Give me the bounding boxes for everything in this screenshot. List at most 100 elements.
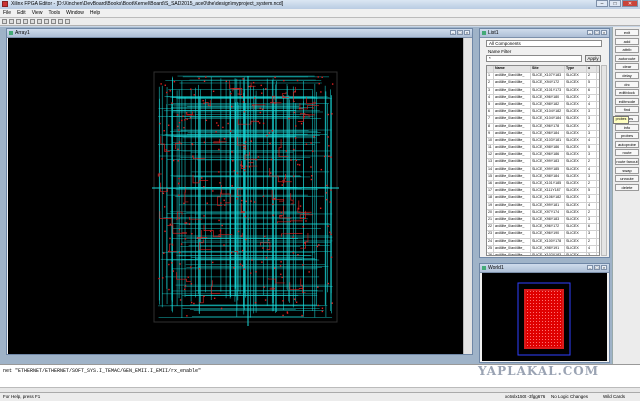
zoom-full-icon[interactable] [37,19,42,24]
apply-button[interactable]: Apply [585,55,601,62]
table-row[interactable]: 13 axi4lite_0/axi4lite_ SLICE_X99Y183 SLICE… [487,159,599,167]
table-row[interactable]: 5 axi4lite_0/axi4lite_ SLICE_X98Y182 SLICEX… [487,101,599,110]
tooltip: probes [613,116,629,124]
table-row[interactable]: 16 axi4lite_0/axi4lite_ SLICE_X101Y185 SLIC… [487,181,599,189]
table-row[interactable]: 24 axi4lite_0/axi4lite_ SLICE_X100Y178 SLIC… [487,238,599,246]
table-row[interactable]: 10 axi4lite_0/axi4lite_ SLICE_X103Y181 SLIC… [487,137,599,146]
save-icon[interactable] [9,19,14,24]
zoom-in-icon[interactable] [23,19,28,24]
menu-view[interactable]: View [29,9,46,17]
menu-edit[interactable]: Edit [14,9,29,17]
maximize-button[interactable]: □ [594,30,600,35]
command-button-route-fanout[interactable]: route fanout [615,158,639,165]
vertical-scrollbar[interactable] [463,38,472,354]
maximize-button[interactable]: □ [457,30,463,35]
table-row[interactable]: 8 axi4lite_0/axi4lite_ SLICE_X96Y178 SLICEX… [487,123,599,131]
command-button-route[interactable]: route [615,149,639,157]
table-row[interactable]: 23 axi4lite_0/axi4lite_ SLICE_X96Y190 SLICE… [487,231,599,239]
command-button-autoroute[interactable]: autoroute [615,54,639,62]
column-header-extra[interactable]: o [587,66,597,73]
column-header-name[interactable]: Name [494,66,531,73]
minimize-button[interactable]: – [587,30,593,35]
command-button-editmode[interactable]: editmode [615,97,639,105]
world-window: World1 – □ × [479,263,610,363]
logic-cell [169,90,171,92]
list-window-titlebar[interactable]: List1 – □ × [480,29,609,38]
logic-cell [302,226,304,228]
table-row[interactable]: 25 axi4lite_0/axi4lite_ SLICE_X98Y191 SLICE… [487,245,599,253]
maximize-button[interactable]: □ [609,0,621,7]
array-canvas[interactable] [8,38,463,354]
table-row[interactable]: 26 axi4lite_0/axi4lite_ SLICE_X102Y183 SLIC… [487,252,599,255]
menu-help[interactable]: Help [87,9,103,17]
table-row[interactable]: 22 axi4lite_0/axi4lite_ SLICE_X96Y172 SLICE… [487,224,599,232]
table-row[interactable]: 9 axi4lite_0/axi4lite_ SLICE_X96Y184 SLICEX… [487,130,599,138]
logic-cell [330,233,332,236]
command-button-clear[interactable]: clear [615,63,639,71]
close-button[interactable]: × [601,30,607,35]
close-button[interactable]: ✕ [622,0,638,7]
table-row[interactable]: 20 axi4lite_0/axi4lite_ SLICE_X97Y174 SLICE… [487,209,599,217]
table-row[interactable]: 18 axi4lite_0/axi4lite_ SLICE_X106Y182 SLIC… [487,195,599,203]
component-extra: 2 [587,159,597,166]
maximize-button[interactable]: □ [594,265,600,270]
logic-cell [184,285,187,287]
command-button-add[interactable]: add [615,37,639,45]
minimize-button[interactable]: – [450,30,456,35]
command-button-info[interactable]: info [615,123,639,131]
menu-window[interactable]: Window [63,9,87,17]
row-index: 1 [487,73,494,80]
close-button[interactable]: × [464,30,470,35]
zoom-out-icon[interactable] [30,19,35,24]
name-filter-input[interactable]: * [486,55,582,62]
command-button-attrib[interactable]: attrib [615,46,639,54]
table-row[interactable]: 4 axi4lite_0/axi4lite_ SLICE_X96Y180 SLICEX… [487,94,599,102]
world-window-titlebar[interactable]: World1 – □ × [480,264,609,273]
close-button[interactable]: × [601,265,607,270]
logic-cell [190,283,193,285]
command-button-find[interactable]: find [615,106,639,114]
table-row[interactable]: 11 axi4lite_0/axi4lite_ SLICE_X98Y186 SLICE… [487,145,599,153]
select-icon[interactable] [44,19,49,24]
table-row[interactable]: 3 axi4lite_0/axi4lite_ SLICE_X101Y173 SLICE… [487,87,599,95]
table-row[interactable]: 14 axi4lite_0/axi4lite_ SLICE_X99Y185 SLICE… [487,166,599,174]
array-window-titlebar[interactable]: Array1 – □ × [7,29,472,38]
table-row[interactable]: 15 axi4lite_0/axi4lite_ SLICE_X98Y184 SLICE… [487,173,599,181]
pan-icon[interactable] [51,19,56,24]
command-button-unroute[interactable]: unroute [615,175,639,183]
column-header-site[interactable]: Site [531,66,565,73]
table-row[interactable]: 21 axi4lite_0/axi4lite_ SLICE_X98Y183 SLICE… [487,216,599,225]
command-button-probes[interactable]: probes [615,132,639,140]
logic-cell [268,132,271,134]
table-row[interactable]: 17 axi4lite_0/axi4lite_ SLICE_X111Y187 SLIC… [487,188,599,196]
table-row[interactable]: 19 axi4lite_0/axi4lite_ SLICE_X99Y181 SLICE… [487,202,599,210]
command-button-delay[interactable]: delay [615,72,639,79]
logic-cell [270,172,272,174]
list-scrollbar[interactable] [601,65,607,256]
minimize-button[interactable]: – [587,265,593,270]
command-button-drc[interactable]: drc [615,80,639,88]
print-icon[interactable] [16,19,21,24]
command-button-editblock[interactable]: editblock [615,89,639,97]
open-icon[interactable] [2,19,7,24]
logic-cell [298,164,301,166]
route-icon[interactable] [58,19,63,24]
menu-file[interactable]: File [0,9,14,17]
logic-cell [293,148,295,151]
table-row[interactable]: 12 axi4lite_0/axi4lite_ SLICE_X96Y186 SLICE… [487,152,599,160]
menu-tools[interactable]: Tools [45,9,63,17]
component-filter-select[interactable]: All Components [486,40,602,47]
minimize-button[interactable]: – [596,0,608,7]
table-row[interactable]: 2 axi4lite_0/axi4lite_ SLICE_X94Y172 SLICEX… [487,80,599,88]
command-button-exit[interactable]: exit [615,29,639,36]
command-button-delete[interactable]: delete [615,183,639,191]
table-row[interactable]: 6 axi4lite_0/axi4lite_ SLICE_X104Y182 SLICE… [487,109,599,117]
command-button-swap[interactable]: swap [615,166,639,174]
world-overview-canvas[interactable] [482,273,607,361]
table-row[interactable]: 1 axi4lite_0/axi4lite_ SLICE_X107Y183 SLICE… [487,73,599,81]
table-row[interactable]: 7 axi4lite_0/axi4lite_ SLICE_X104Y184 SLICE… [487,116,599,124]
column-header[interactable] [487,66,494,73]
column-header-type[interactable]: Type [565,66,587,73]
layer-icon[interactable] [65,19,70,24]
command-button-autoprobe[interactable]: autoprobe [615,140,639,148]
